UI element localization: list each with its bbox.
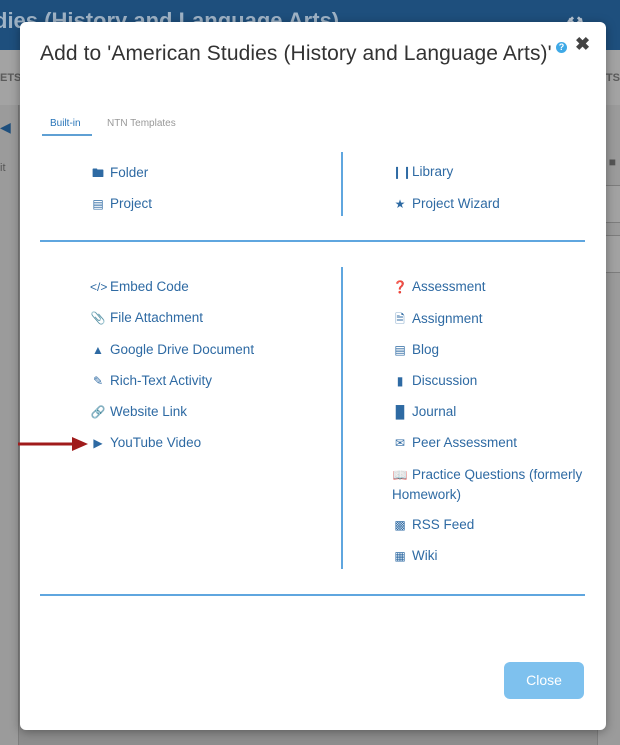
pencil-icon: ✎: [92, 374, 104, 388]
add-rss-feed-link[interactable]: ▩ RSS Feed: [392, 517, 474, 532]
panel-edit-mark: it: [0, 162, 6, 174]
item-label: Library: [412, 164, 454, 179]
column-divider: [341, 267, 343, 569]
question-circle-icon: ❓: [392, 280, 408, 294]
item-label: RSS Feed: [412, 517, 475, 532]
item-label: Discussion: [412, 373, 478, 388]
item-label: Folder: [110, 165, 149, 180]
help-icon[interactable]: ?: [556, 42, 567, 53]
dialog-title: Add to 'American Studies (History and La…: [40, 42, 552, 65]
column-divider: [341, 152, 343, 216]
journal-icon: █: [395, 405, 405, 419]
item-label: File Attachment: [110, 310, 204, 325]
app-tab-left: ETS: [0, 72, 22, 84]
close-button[interactable]: Close: [504, 662, 584, 699]
wiki-icon: ▦: [394, 549, 406, 563]
code-icon: </>: [90, 280, 108, 294]
peer-assessment-icon: ✉: [394, 436, 406, 450]
panel-box: [605, 185, 620, 223]
add-content-dialog: Add to 'American Studies (History and La…: [20, 22, 606, 730]
add-library-link[interactable]: ❙❙Library: [392, 164, 453, 179]
document-icon: 🗎: [395, 312, 405, 326]
library-icon: ❙❙: [392, 165, 413, 179]
add-google-drive-link[interactable]: ▲ Google Drive Document: [90, 342, 254, 357]
add-file-attachment-link[interactable]: 📎 File Attachment: [90, 310, 204, 325]
item-label: Project: [110, 196, 153, 211]
app-left-panel: ◀ it: [0, 105, 19, 745]
close-icon[interactable]: ✖: [575, 34, 590, 55]
annotation-arrow-icon: [18, 437, 88, 451]
folder-icon: 🖿: [91, 166, 104, 180]
rss-icon: ▩: [394, 518, 406, 532]
item-label: Wiki: [412, 548, 438, 563]
active-tab-indicator: [42, 134, 92, 136]
panel-marker-icon: ■: [608, 155, 616, 169]
tab-built-in[interactable]: Built-in: [50, 118, 81, 129]
section-divider: [40, 240, 585, 242]
tab-ntn-templates[interactable]: NTN Templates: [107, 118, 176, 129]
add-discussion-link[interactable]: ▮ Discussion: [392, 373, 478, 388]
link-icon: 🔗: [90, 405, 106, 419]
star-icon: ★: [394, 197, 406, 211]
add-website-link[interactable]: 🔗 Website Link: [90, 404, 188, 419]
add-journal-link[interactable]: █ Journal: [392, 404, 457, 419]
item-label: Embed Code: [110, 279, 189, 294]
add-project-wizard-link[interactable]: ★ Project Wizard: [392, 196, 500, 211]
add-folder-link[interactable]: 🖿 Folder: [90, 164, 148, 185]
add-assignment-link[interactable]: 🗎 Assignment: [392, 310, 483, 331]
item-label: Assignment: [412, 311, 483, 326]
add-practice-questions-link[interactable]: 📖 Practice Questions (formerly Homework): [392, 465, 592, 505]
item-label: Peer Assessment: [412, 435, 518, 450]
add-peer-assessment-link[interactable]: ✉ Peer Assessment: [392, 435, 517, 450]
add-embed-code-link[interactable]: </> Embed Code: [90, 279, 189, 294]
add-rich-text-link[interactable]: ✎ Rich-Text Activity: [90, 373, 212, 388]
google-drive-icon: ▲: [92, 343, 104, 357]
item-label: Rich-Text Activity: [110, 373, 213, 388]
add-project-link[interactable]: ▤ Project: [90, 196, 152, 211]
item-label: Journal: [412, 404, 457, 419]
item-label: Practice Questions (formerly Homework): [392, 467, 583, 502]
add-blog-link[interactable]: ▤ Blog: [392, 342, 439, 357]
item-label: YouTube Video: [110, 435, 202, 450]
paperclip-icon: 📎: [90, 311, 106, 325]
item-label: Website Link: [110, 404, 188, 419]
section-divider: [40, 594, 585, 596]
project-icon: ▤: [92, 197, 104, 211]
add-youtube-video-link[interactable]: ▶ YouTube Video: [90, 435, 201, 450]
item-label: Google Drive Document: [110, 342, 255, 357]
item-label: Blog: [412, 342, 440, 357]
add-assessment-link[interactable]: ❓ Assessment: [392, 279, 486, 294]
chevron-left-icon: ◀: [0, 119, 11, 135]
panel-box: [605, 235, 620, 273]
blog-icon: ▤: [394, 343, 406, 357]
item-label: Assessment: [412, 279, 486, 294]
comment-icon: ▮: [396, 374, 404, 388]
book-open-icon: 📖: [392, 468, 408, 482]
item-label: Project Wizard: [412, 196, 500, 211]
add-wiki-link[interactable]: ▦ Wiki: [392, 548, 438, 563]
